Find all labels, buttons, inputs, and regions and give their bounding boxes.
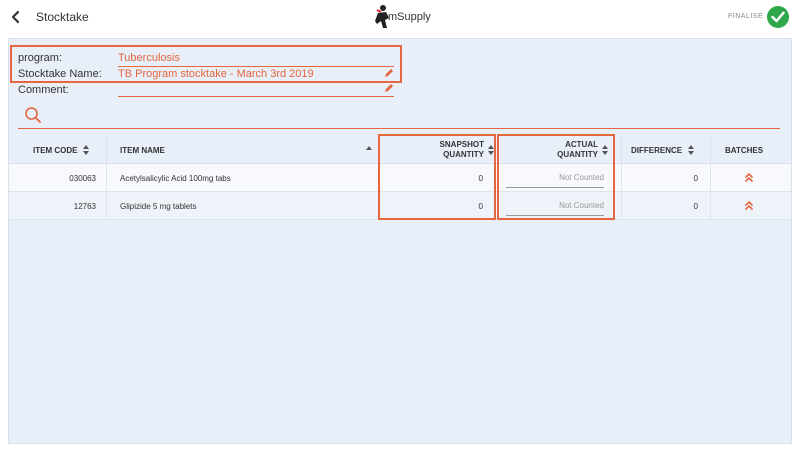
col-actual-label-line2: QUANTITY <box>557 150 598 159</box>
finalise-label: FINALISE <box>728 13 764 20</box>
stocktake-name-field[interactable]: TB Program stocktake - March 3rd 2019 <box>118 68 314 80</box>
sort-asc-icon <box>366 146 372 150</box>
sort-icon <box>83 145 90 155</box>
col-difference-label: DIFFERENCE <box>631 145 683 155</box>
table-row[interactable]: 12763 Glipizide 5 mg tablets 0 Not Count… <box>9 192 791 220</box>
column-divider <box>498 192 499 220</box>
sort-icon <box>488 145 494 155</box>
actual-quantity-input[interactable]: Not Counted <box>506 168 604 188</box>
col-actual-quantity-label: ACTUAL QUANTITY <box>557 140 598 160</box>
difference-cell: 0 <box>693 173 698 183</box>
stocktake-name-underline <box>118 81 394 82</box>
column-divider <box>710 164 711 192</box>
column-divider <box>710 192 711 220</box>
search-icon <box>25 107 41 123</box>
col-snapshot-label-line2: QUANTITY <box>443 150 484 159</box>
col-snapshot-quantity[interactable]: SNAPSHOT QUANTITY <box>379 136 494 164</box>
col-item-name-label: ITEM NAME <box>120 145 165 155</box>
back-button[interactable] <box>8 8 24 26</box>
column-divider <box>498 164 499 192</box>
search-bar[interactable] <box>18 104 780 130</box>
comment-field[interactable] <box>118 84 384 96</box>
col-snapshot-quantity-label: SNAPSHOT QUANTITY <box>440 140 484 160</box>
check-icon <box>771 11 785 23</box>
actual-quantity-input[interactable]: Not Counted <box>506 196 604 216</box>
col-difference[interactable]: DIFFERENCE <box>631 136 695 164</box>
back-icon <box>11 10 20 24</box>
snapshot-quantity-cell: 0 <box>478 173 483 183</box>
pencil-icon[interactable] <box>384 83 394 93</box>
col-snapshot-label-line1: SNAPSHOT <box>439 140 484 149</box>
search-underline <box>18 128 780 129</box>
item-code-cell: 030063 <box>69 173 96 183</box>
column-divider <box>106 164 107 192</box>
table-header: ITEM CODE ITEM NAME SNAPSHOT QUANTITY AC… <box>9 136 791 164</box>
stocktake-name-label: Stocktake Name: <box>18 68 102 80</box>
col-actual-quantity[interactable]: ACTUAL QUANTITY <box>498 136 608 164</box>
snapshot-quantity-cell: 0 <box>478 201 483 211</box>
column-divider <box>621 136 622 164</box>
column-divider <box>710 136 711 164</box>
stocktake-panel <box>8 38 792 444</box>
col-batches: BATCHES <box>725 136 763 164</box>
col-item-code[interactable]: ITEM CODE <box>33 136 90 164</box>
chevrons-up-icon[interactable] <box>744 200 754 210</box>
program-label: program: <box>18 52 63 64</box>
program-underline <box>118 66 394 67</box>
comment-label: Comment: <box>18 84 69 96</box>
column-divider <box>106 192 107 220</box>
difference-cell: 0 <box>693 201 698 211</box>
logo-text: mSupply <box>388 11 431 23</box>
chevrons-up-icon[interactable] <box>744 172 754 182</box>
pencil-icon[interactable] <box>384 68 394 78</box>
item-name-cell: Acetylsalicylic Acid 100mg tabs <box>120 173 231 183</box>
sort-icon <box>688 145 695 155</box>
column-divider <box>106 136 107 164</box>
item-name-cell: Glipizide 5 mg tablets <box>120 201 197 211</box>
col-item-code-label: ITEM CODE <box>33 145 78 155</box>
sort-icon <box>602 145 608 155</box>
program-value: Tuberculosis <box>118 52 180 64</box>
finalise-button[interactable] <box>767 6 789 28</box>
table-row[interactable]: 030063 Acetylsalicylic Acid 100mg tabs 0… <box>9 164 791 192</box>
item-code-cell: 12763 <box>73 201 96 211</box>
col-batches-label: BATCHES <box>725 145 764 155</box>
comment-underline <box>118 96 394 97</box>
col-item-name[interactable]: ITEM NAME <box>120 136 165 164</box>
top-bar: Stocktake mSupply FINALISE <box>0 0 800 36</box>
col-actual-label-line1: ACTUAL <box>565 140 598 149</box>
page-title: Stocktake <box>36 10 89 24</box>
